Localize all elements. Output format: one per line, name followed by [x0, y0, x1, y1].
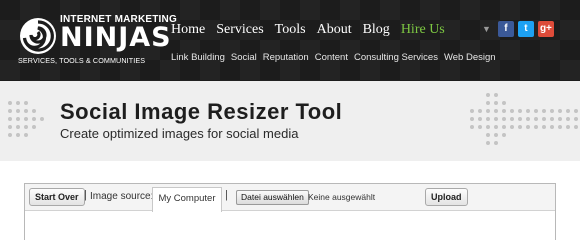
- start-over-button[interactable]: Start Over: [29, 188, 85, 206]
- subnav-content[interactable]: Content: [315, 52, 348, 63]
- image-source-label: Image source:: [90, 191, 154, 202]
- dotted-arrow-decoration-icon: [8, 101, 44, 137]
- nav-services[interactable]: Services: [216, 22, 263, 38]
- subnav-web-design[interactable]: Web Design: [444, 52, 496, 63]
- tool-toolbar: Start Over | Image source: My Computer |…: [25, 184, 555, 212]
- logo-tagline: SERVICES, TOOLS & COMMUNITIES: [18, 56, 146, 65]
- subnav-reputation[interactable]: Reputation: [263, 52, 309, 63]
- dropdown-caret-icon[interactable]: ▼: [482, 24, 491, 34]
- logo-main-text: NINJAS: [60, 22, 172, 53]
- ninja-swirl-logo-icon: [20, 18, 56, 54]
- social-links: ▼ f t g+: [482, 21, 558, 37]
- resizer-tool-panel: Start Over | Image source: My Computer |…: [24, 183, 556, 240]
- nav-about[interactable]: About: [317, 22, 352, 38]
- choose-file-button[interactable]: Datei auswählen: [236, 190, 309, 205]
- page-subtitle: Create optimized images for social media: [60, 126, 299, 141]
- nav-blog[interactable]: Blog: [363, 22, 390, 38]
- toolbar-separator: |: [225, 189, 228, 201]
- twitter-icon[interactable]: t: [517, 21, 534, 37]
- page-banner: Social Image Resizer Tool Create optimiz…: [0, 81, 580, 161]
- tab-my-computer[interactable]: My Computer: [152, 187, 222, 212]
- nav-hire-us[interactable]: Hire Us: [401, 22, 445, 38]
- site-header: INTERNET MARKETING NINJAS SERVICES, TOOL…: [0, 0, 580, 81]
- subnav-consulting-services[interactable]: Consulting Services: [354, 52, 438, 63]
- main-nav: Home Services Tools About Blog Hire Us: [171, 22, 456, 38]
- file-status-text: Keine ausgewählt: [308, 192, 376, 202]
- site-logo[interactable]: INTERNET MARKETING NINJAS SERVICES, TOOL…: [18, 14, 177, 66]
- upload-button[interactable]: Upload: [425, 188, 468, 206]
- facebook-icon[interactable]: f: [497, 21, 514, 37]
- nav-home[interactable]: Home: [171, 22, 205, 38]
- subnav-social[interactable]: Social: [231, 52, 257, 63]
- dotted-arrow-decoration-icon: [470, 93, 578, 145]
- subnav-link-building[interactable]: Link Building: [171, 52, 225, 63]
- toolbar-separator: |: [84, 189, 87, 201]
- googleplus-icon[interactable]: g+: [537, 21, 554, 37]
- nav-tools[interactable]: Tools: [275, 22, 306, 38]
- sub-nav: Link Building Social Reputation Content …: [171, 52, 502, 63]
- page-title: Social Image Resizer Tool: [60, 99, 343, 124]
